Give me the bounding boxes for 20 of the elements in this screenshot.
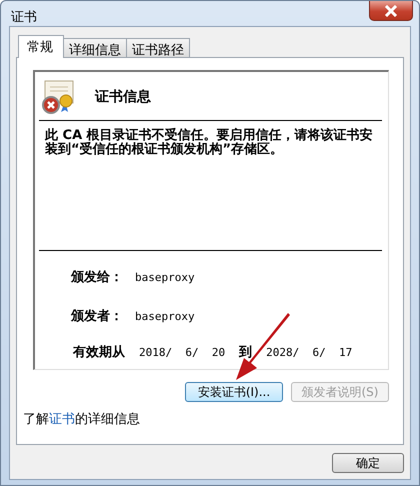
field-value: baseproxy [135,310,195,322]
tab[interactable]: 详细信息 [63,38,127,57]
field-label: 颁发者： [71,308,124,325]
tab[interactable]: 证书路径 [126,38,190,57]
info-text: 了解证书的详细信息 [23,411,141,428]
dialog-button[interactable]: 安装证书(I)... [185,382,283,402]
field-label: 颁发给： [71,269,124,286]
window-title: 证书 [11,9,37,26]
field-value: baseproxy [135,270,195,284]
close-button[interactable] [369,1,413,21]
certificate-link[interactable]: 证书 [49,412,75,427]
section-heading: 证书信息 [95,88,151,106]
ok-button[interactable]: 确定 [332,453,404,473]
close-icon [384,4,398,16]
validity-label: 有效期从 [73,344,125,361]
end-date: 2028/ 6/ 17 [266,346,352,358]
trust-message: 此 CA 根目录证书不受信任。要启用信任，请将该证书安装到“受信任的根证书颁发机构”存储区。 [45,129,374,157]
tab[interactable]: 常规 [18,35,64,58]
to-label: 到 [239,344,252,361]
start-date: 2018/ 6/ 20 [139,346,226,358]
